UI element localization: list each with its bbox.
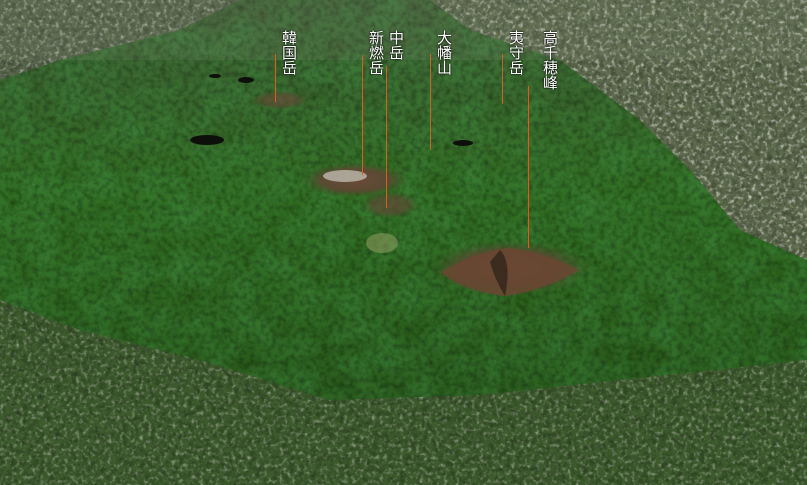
peak-label-shinmoedake: 新燃岳 — [367, 30, 385, 75]
terrain-map: 韓国岳 新燃岳 中岳 大幡山 夷守岳 高千穂峰 — [0, 0, 807, 485]
peak-label-ohatayama: 大幡山 — [435, 30, 453, 75]
peak-label-ehinodake: 夷守岳 — [507, 30, 525, 75]
leader-line — [275, 54, 276, 102]
peak-label-karakunidake: 韓国岳 — [280, 30, 298, 75]
leader-line — [386, 66, 387, 208]
leader-line — [430, 54, 431, 150]
leader-line — [502, 54, 503, 104]
satellite-terrain-image — [0, 0, 807, 485]
peak-label-takachiho: 高千穂峰 — [541, 30, 559, 90]
peak-label-nakadake: 中岳 — [387, 30, 405, 60]
leader-line — [528, 86, 529, 248]
leader-line — [362, 55, 363, 175]
